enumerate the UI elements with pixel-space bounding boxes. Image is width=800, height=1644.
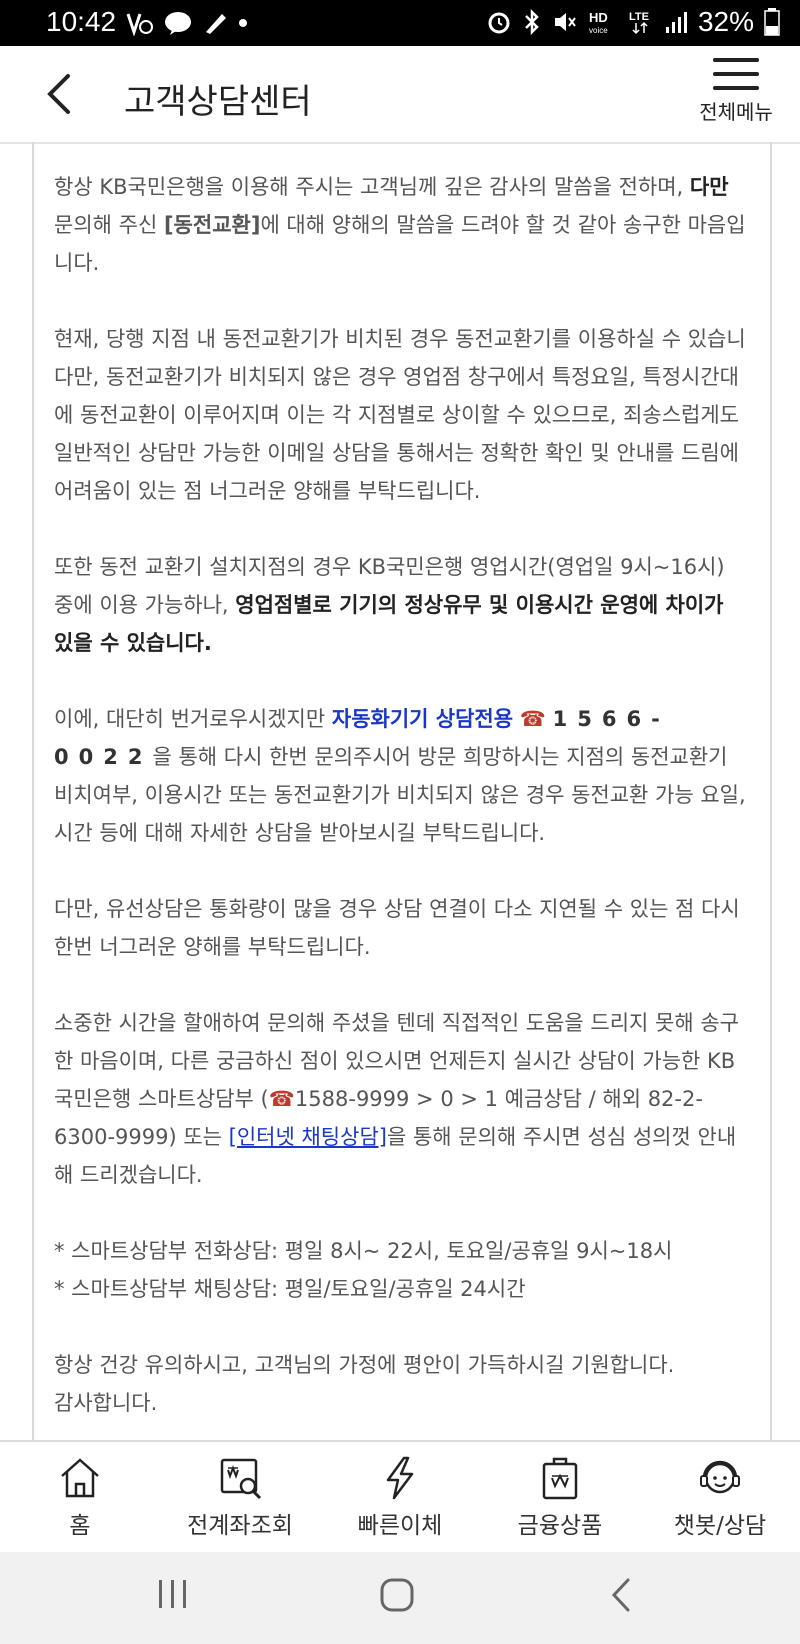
svg-text:HD: HD [589, 10, 608, 25]
lightning-icon [386, 1456, 414, 1500]
svg-text:voice: voice [589, 26, 608, 35]
system-back-button[interactable] [606, 1576, 636, 1614]
content-panel: 항상 KB국민은행을 이용해 주시는 고객님께 깊은 감사의 말씀을 전하며, … [32, 142, 772, 1440]
nav-financial-products-label: 금융상품 [517, 1513, 603, 1539]
svg-text:LTE: LTE [629, 11, 649, 23]
closing-line: 항상 건강 유의하시고, 고객님의 가정에 평안이 가득하시길 기원합니다. [54, 1353, 675, 1377]
dot-icon [239, 19, 247, 27]
app-header: 고객상담센터 전체메뉴 [0, 46, 800, 144]
paragraph-2: 현재, 당행 지점 내 동전교환기가 비치된 경우 동전교환기를 이용하실 수 … [54, 327, 746, 503]
nav-all-accounts-label: 전계좌조회 [187, 1513, 293, 1539]
nav-all-accounts[interactable]: 전계좌조회 [160, 1442, 320, 1552]
note-phone-hours: * 스마트상담부 전화상담: 평일 8시~ 22시, 토요일/공휴일 9시~18… [54, 1239, 673, 1263]
system-navigation [0, 1552, 800, 1644]
status-bar: 10:42 HD voice LTE 32% [0, 0, 800, 46]
talk-icon [165, 12, 191, 35]
atm-consult-label: 자동화기기 상담전용 [331, 707, 514, 731]
menu-button[interactable]: 전체메뉴 [694, 58, 778, 125]
thanks-line: 감사합니다. [54, 1391, 158, 1415]
nav-quick-transfer[interactable]: 빠른이체 [320, 1442, 480, 1552]
phone-icon: ☎ [268, 1087, 295, 1111]
nav-quick-transfer-label: 빠른이체 [357, 1513, 443, 1539]
paragraph-6: 소중한 시간을 할애하여 문의해 주셨을 텐데 직접적인 도움을 드리지 못해 … [54, 1011, 739, 1187]
paragraph-5: 다만, 유선상담은 통화량이 많을 경우 상담 연결이 다소 지연될 수 있는 … [54, 897, 740, 959]
menu-label: 전체메뉴 [699, 100, 773, 124]
nav-home[interactable]: 홈 [0, 1442, 160, 1552]
mute-icon [554, 13, 576, 31]
app-notification-icon [206, 14, 226, 34]
nav-chatbot-label: 챗봇/상담 [673, 1513, 767, 1539]
lte-icon: LTE [629, 11, 649, 35]
hd-voice-icon: HD voice [589, 10, 608, 35]
note-chat-hours: * 스마트상담부 채팅상담: 평일/토요일/공휴일 24시간 [54, 1277, 526, 1301]
chat-consult-link[interactable]: [인터넷 채팅상담] [229, 1125, 387, 1149]
notification-icons [126, 10, 248, 36]
bottom-navigation: 홈 전계좌조회 빠른이체 금융상품 챗봇/상담 [0, 1440, 800, 1552]
chevron-left-icon [47, 74, 70, 114]
back-button[interactable] [40, 72, 80, 116]
battery-icon [764, 8, 780, 36]
chatbot-icon [700, 1460, 740, 1494]
paragraph-4: 이에, 대단히 번거로우시겠지만 자동화기기 상담전용 ☎ 1566-0022을… [54, 707, 746, 845]
paragraph-3: 또한 동전 교환기 설치지점의 경우 KB국민은행 영업시간(영업일 9시~16… [54, 555, 725, 655]
answer-text: 항상 KB국민은행을 이용해 주시는 고객님께 깊은 감사의 말씀을 전하며, … [54, 168, 750, 1422]
hamburger-icon [713, 58, 759, 90]
alarm-icon [488, 12, 510, 34]
nav-chatbot[interactable]: 챗봇/상담 [640, 1442, 800, 1552]
nav-financial-products[interactable]: 금융상품 [480, 1442, 640, 1552]
phone-icon: ☎ [519, 707, 546, 731]
account-search-icon [220, 1458, 262, 1500]
status-right: HD voice LTE 32% [486, 6, 780, 38]
nav-home-label: 홈 [69, 1513, 91, 1539]
recent-apps-button[interactable] [156, 1576, 190, 1612]
bluetooth-icon [525, 9, 539, 35]
signal-icon [665, 12, 687, 33]
home-button[interactable] [378, 1576, 416, 1614]
page-title: 고객상담센터 [124, 82, 312, 122]
battery-percent: 32% [697, 6, 754, 37]
product-bag-icon [542, 1457, 578, 1500]
home-icon [61, 1458, 99, 1498]
status-time: 10:42 [46, 6, 117, 37]
vpn-icon [126, 13, 153, 36]
paragraph-1: 항상 KB국민은행을 이용해 주시는 고객님께 깊은 감사의 말씀을 전하며, … [54, 175, 746, 275]
